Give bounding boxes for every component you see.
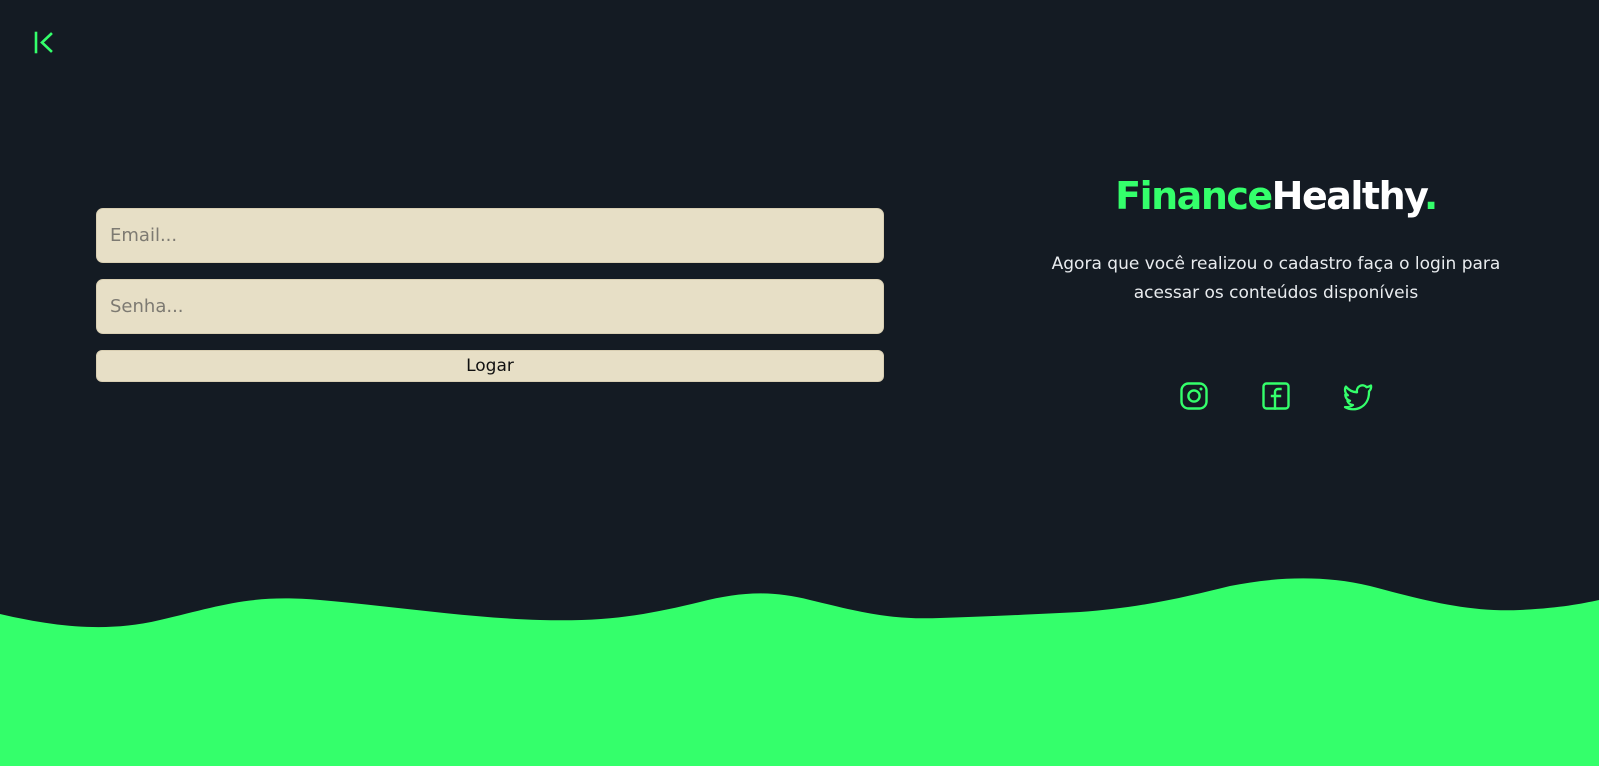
- back-arrow-icon: [34, 31, 53, 54]
- social-links: [1000, 380, 1552, 412]
- brand-name-part1: Finance: [1115, 174, 1273, 218]
- brand-panel: FinanceHealthy. Agora que você realizou …: [1000, 168, 1552, 412]
- facebook-icon: [1262, 382, 1290, 410]
- password-input[interactable]: [96, 279, 884, 334]
- brand-name-dot: .: [1423, 174, 1438, 218]
- instagram-link[interactable]: [1178, 380, 1210, 412]
- login-form: Logar: [96, 208, 884, 382]
- brand-logo: FinanceHealthy.: [1000, 168, 1552, 224]
- decorative-wave: [0, 578, 1599, 766]
- brand-name-part2: Healthy: [1271, 174, 1426, 218]
- back-button[interactable]: [32, 30, 56, 56]
- login-button[interactable]: Logar: [96, 350, 884, 382]
- twitter-icon: [1343, 384, 1373, 411]
- login-page: Logar FinanceHealthy. Agora que você rea…: [0, 0, 1599, 766]
- tagline: Agora que você realizou o cadastro faça …: [1051, 254, 1501, 303]
- email-input[interactable]: [96, 208, 884, 263]
- instagram-icon: [1180, 382, 1208, 410]
- facebook-link[interactable]: [1260, 380, 1292, 412]
- twitter-link[interactable]: [1342, 380, 1374, 412]
